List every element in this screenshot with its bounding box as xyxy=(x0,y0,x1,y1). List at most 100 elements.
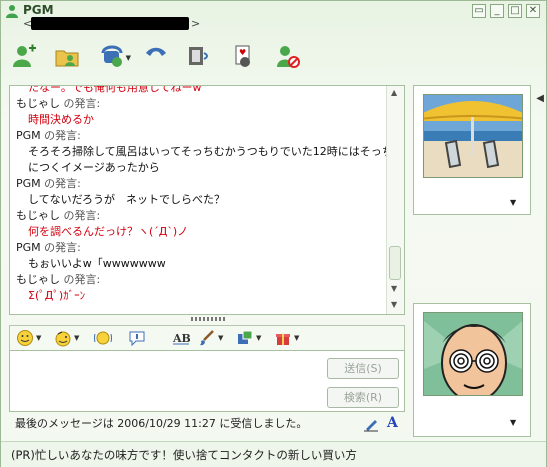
voice-button[interactable]: ▼ xyxy=(97,41,131,71)
sender-line: PGM の発言: xyxy=(10,128,388,144)
minimize-button[interactable]: _ xyxy=(490,4,504,18)
history-scrollbar[interactable]: ▲ ▼ ▼ xyxy=(386,86,404,314)
scroll-down-icon[interactable]: ▼ xyxy=(391,284,397,293)
menu-button[interactable]: ▭ xyxy=(472,4,486,18)
scroll-end-icon[interactable]: ▼ xyxy=(391,300,397,309)
nudge-icon xyxy=(94,331,112,345)
chevron-down-icon: ▼ xyxy=(125,54,131,62)
chevron-down-icon: ▼ xyxy=(294,334,300,342)
sender-line: もじゃし の発言: xyxy=(10,208,388,224)
sender-line: PGM の発言: xyxy=(10,240,388,256)
contact-picture[interactable] xyxy=(423,94,523,178)
font-style-icon: AB xyxy=(172,332,190,345)
main-toolbar: ▼ ♥ xyxy=(1,37,546,77)
scroll-up-icon[interactable]: ▲ xyxy=(391,88,397,97)
background-button[interactable]: ▼ xyxy=(198,329,223,347)
sender-name: もじゃし xyxy=(16,209,60,222)
smiley-icon xyxy=(17,330,33,346)
pen-icon[interactable] xyxy=(363,416,379,432)
ad-bar[interactable]: (PR)忙しいあなたの味方です！使い捨てコンタクトの新しい買い方 xyxy=(1,441,546,467)
scroll-thumb[interactable] xyxy=(389,246,401,280)
chevron-down-icon: ▼ xyxy=(36,334,42,342)
send-button[interactable]: 送信(S) xyxy=(327,358,399,379)
sender-line: PGM の発言: xyxy=(10,176,388,192)
window-title: PGM xyxy=(23,3,54,17)
message-text: につくイメージあったから xyxy=(28,161,160,174)
chevron-down-icon: ▼ xyxy=(256,334,262,342)
video-icon xyxy=(189,47,208,65)
sender-name: もじゃし xyxy=(16,97,60,110)
paint-brush-icon xyxy=(200,330,214,346)
said-label: の発言: xyxy=(63,209,101,222)
games-button[interactable]: ♥ xyxy=(229,41,259,71)
message-text: そろそろ掃除して風呂はいってそっちむかうつもりでいた12時にはそっち xyxy=(28,145,393,158)
voice-clip-button[interactable] xyxy=(128,329,146,347)
windows-icon xyxy=(238,330,253,344)
message-text: たなー。でも俺何も用意してねーw xyxy=(28,85,202,94)
headset-icon xyxy=(101,45,123,67)
my-picture[interactable] xyxy=(423,312,523,396)
block-user-icon xyxy=(277,46,300,68)
title-bar: PGM < > ▭ _ □ ✕ xyxy=(1,1,546,35)
block-button[interactable] xyxy=(273,41,303,71)
send-files-button[interactable] xyxy=(52,41,82,71)
sender-name: PGM xyxy=(16,129,41,142)
message-text: 何を調べるんだっけ？ヽ(´Д`)ノ xyxy=(28,225,189,238)
wink-icon xyxy=(55,331,71,347)
chevron-down-icon: ▼ xyxy=(74,334,80,342)
said-label: の発言: xyxy=(44,241,81,254)
search-button[interactable]: 検索(R) xyxy=(327,387,399,408)
chevron-down-icon[interactable]: ▼ xyxy=(510,418,516,427)
emoticon-button[interactable]: ▼ xyxy=(16,329,41,347)
close-button[interactable]: ✕ xyxy=(526,4,540,18)
hypno-man-image xyxy=(424,313,522,395)
composer-toolbar: ▼ ▼ AB ▼ ▼ ▼ xyxy=(9,325,405,351)
conversation-history[interactable]: たなー。でも俺何も用意してねーw もじゃし の発言: 時間決めるか PGM の発言: そ… xyxy=(9,85,405,315)
status-line: 最後のメッセージは 2006/10/29 11:27 に受信しました。 A xyxy=(9,414,405,434)
message-text: もぉいいよw「wwwwwww xyxy=(28,257,166,270)
phone-icon xyxy=(146,47,166,56)
contact-address: < > xyxy=(23,17,201,30)
activities-button[interactable]: ▼ xyxy=(236,329,261,347)
sender-line: もじゃし の発言: xyxy=(10,272,388,288)
gift-button[interactable]: ▼ xyxy=(274,329,299,347)
sender-name: PGM xyxy=(16,241,41,254)
invite-icon xyxy=(13,44,36,67)
collapse-sidebar-icon[interactable]: ◀ xyxy=(536,93,544,104)
my-picture-panel: ▼ xyxy=(413,303,531,437)
buddy-icon xyxy=(6,5,18,18)
messenger-window: PGM < > ▭ _ □ ✕ ▼ ♥ たなー。でも俺何も用意してねーw もじゃ… xyxy=(0,0,547,467)
said-label: の発言: xyxy=(63,97,101,110)
folder-icon xyxy=(55,50,79,67)
svg-text:AB: AB xyxy=(172,332,190,345)
chevron-down-icon[interactable]: ▼ xyxy=(510,198,516,207)
redacted-address xyxy=(31,17,189,30)
maximize-button[interactable]: □ xyxy=(508,4,522,18)
ad-link[interactable]: (PR)忙しいあなたの味方です！使い捨てコンタクトの新しい買い方 xyxy=(11,447,357,463)
sender-line: もじゃし の発言: xyxy=(10,96,388,112)
message-text: してないだろうが ネットでしらべた？ xyxy=(28,193,226,206)
chevron-down-icon: ▼ xyxy=(218,334,224,342)
font-button[interactable]: A xyxy=(387,414,403,432)
beach-umbrella-image xyxy=(424,95,522,177)
font-style-button[interactable]: AB xyxy=(172,329,190,347)
last-message-status: 最後のメッセージは 2006/10/29 11:27 に受信しました。 xyxy=(15,417,308,430)
svg-text:♥: ♥ xyxy=(239,48,246,57)
nudge-button[interactable] xyxy=(94,329,112,347)
message-text: Σ(ﾟДﾟ)ｶﾞｰﾝ xyxy=(28,289,86,302)
contact-picture-panel: ▼ xyxy=(413,85,531,215)
pane-splitter[interactable] xyxy=(191,317,225,321)
invite-button[interactable] xyxy=(9,41,39,71)
sender-name: もじゃし xyxy=(16,273,60,286)
message-text: 時間決めるか xyxy=(28,113,94,126)
phone-button[interactable] xyxy=(141,41,171,71)
video-button[interactable] xyxy=(184,41,214,71)
cards-icon: ♥ xyxy=(235,45,250,67)
sender-name: PGM xyxy=(16,177,41,190)
wink-button[interactable]: ▼ xyxy=(54,329,79,347)
said-label: の発言: xyxy=(44,177,81,190)
said-label: の発言: xyxy=(63,273,101,286)
speech-bubble-icon xyxy=(129,331,145,347)
gift-icon xyxy=(276,334,290,345)
said-label: の発言: xyxy=(44,129,81,142)
